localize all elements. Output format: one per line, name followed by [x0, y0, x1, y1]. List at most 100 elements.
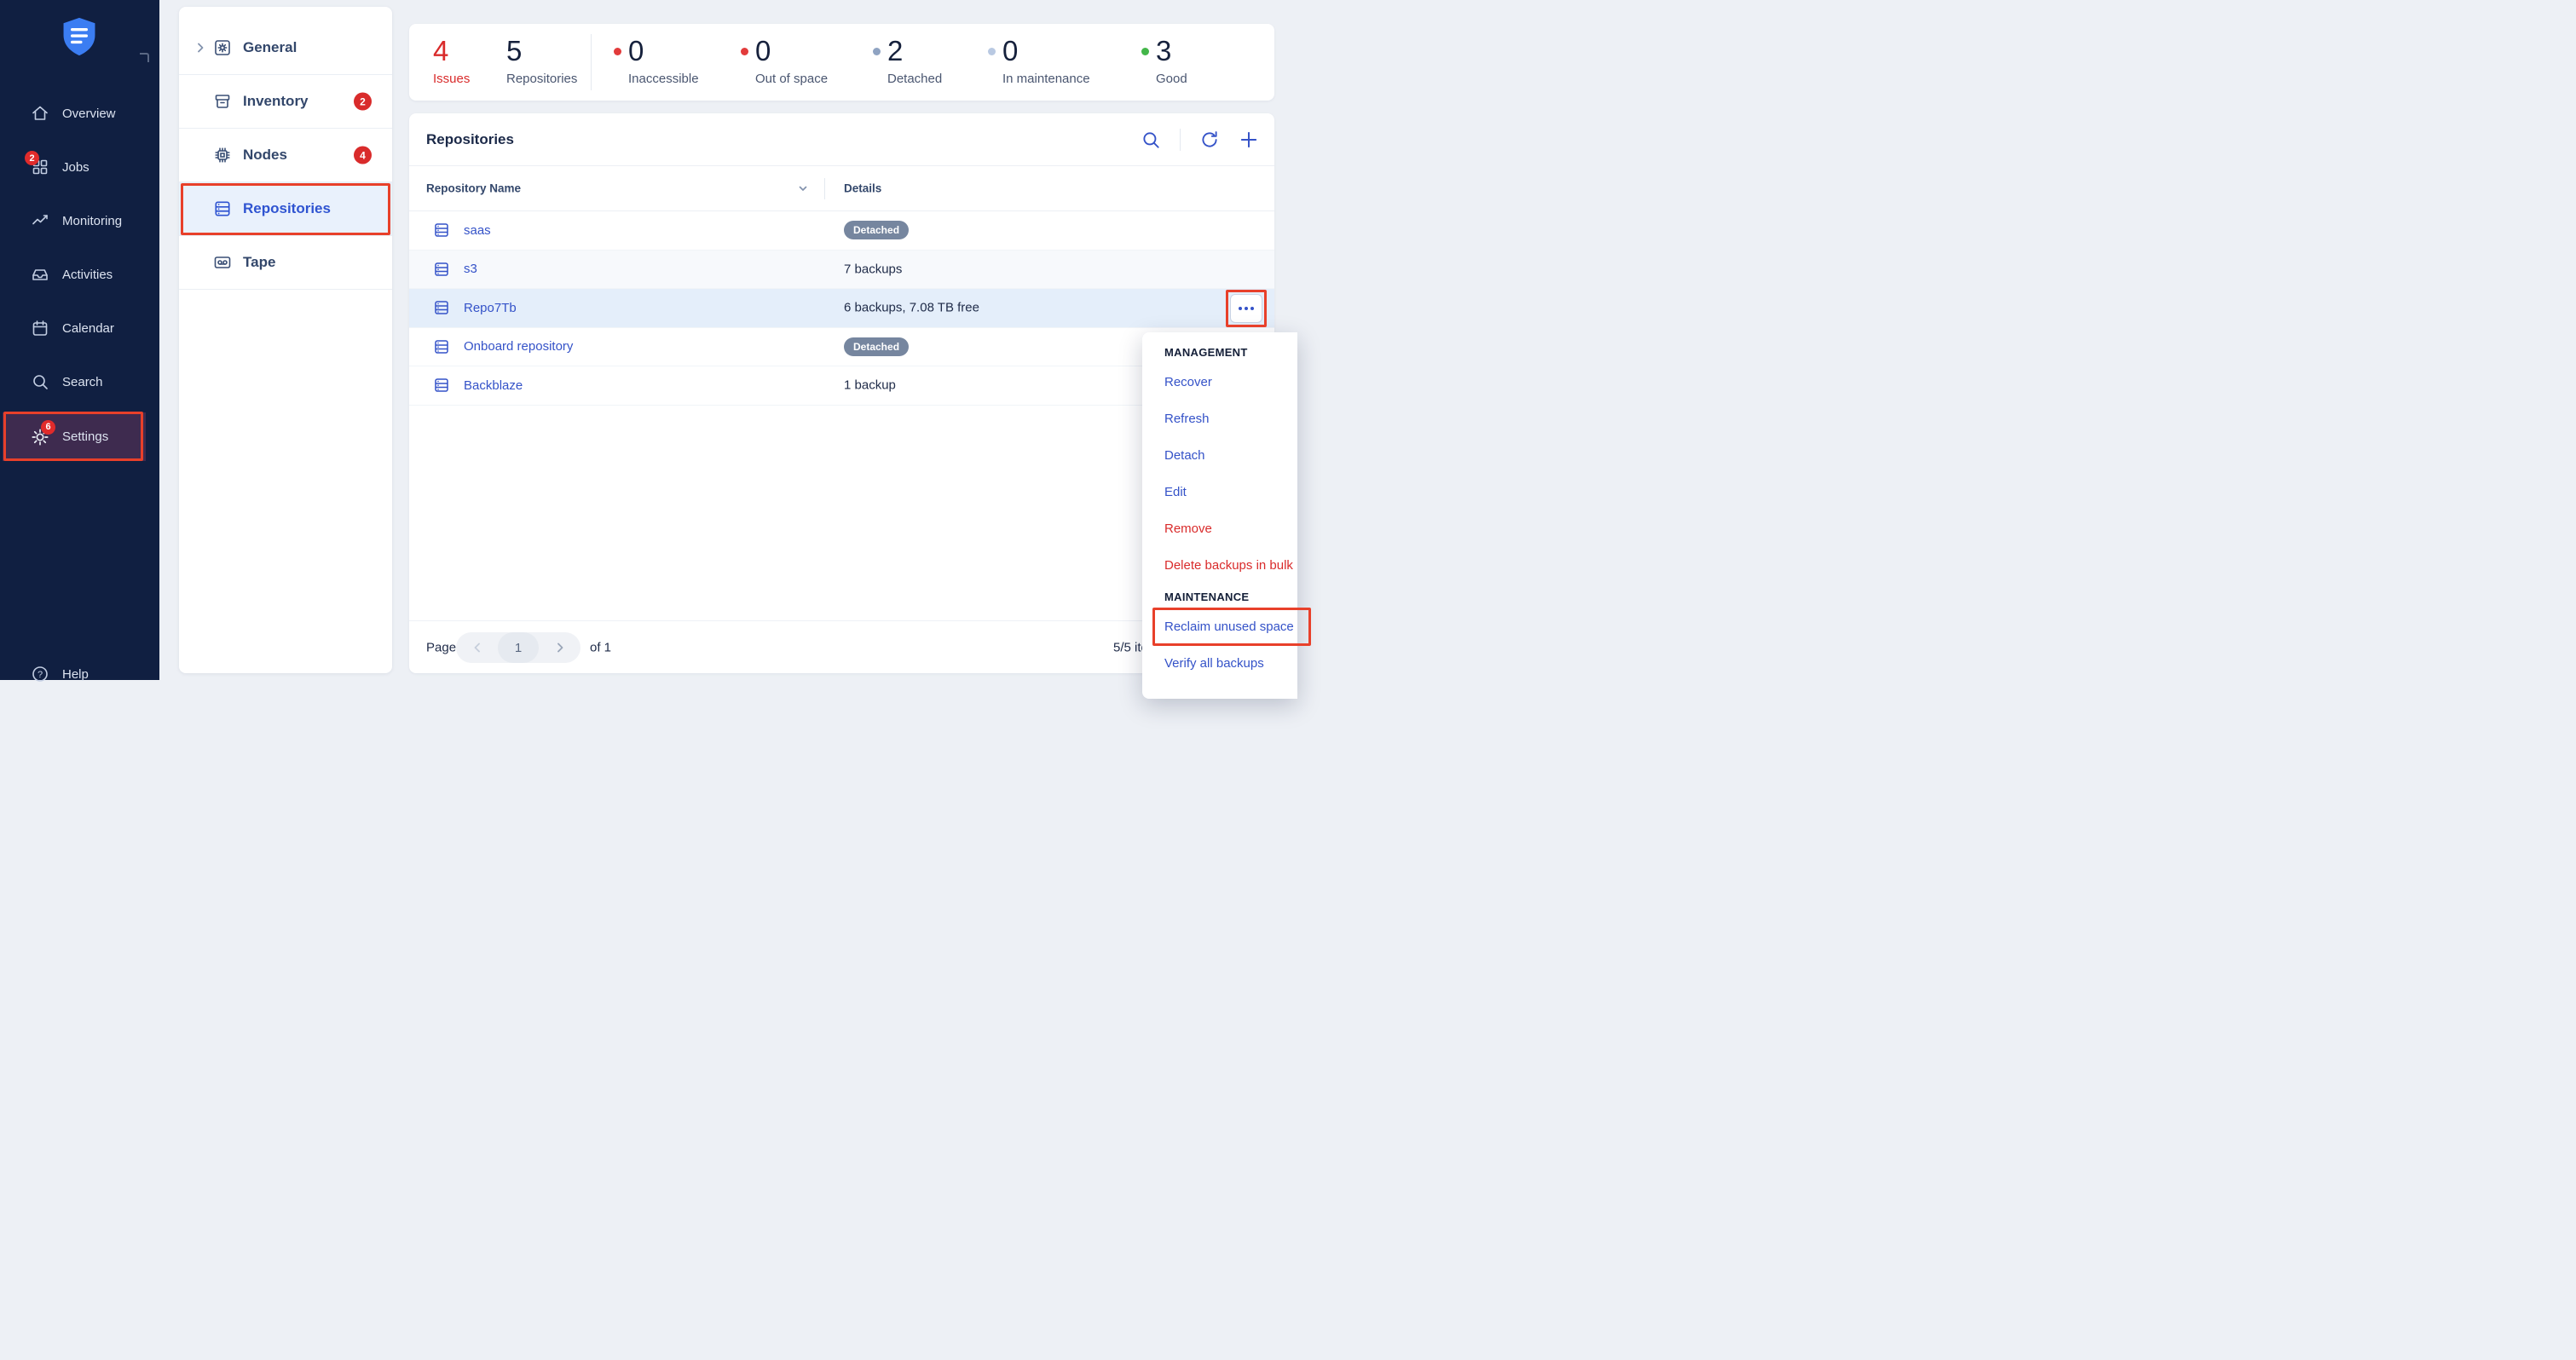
gear-icon: 6	[31, 428, 49, 447]
activities-icon	[31, 265, 49, 284]
menu-item-reclaim-unused-space[interactable]: Reclaim unused space	[1142, 608, 1297, 645]
settings-nav-nodes[interactable]: Nodes 4	[179, 129, 392, 182]
jobs-badge: 2	[25, 151, 39, 165]
stat-value: 5	[506, 35, 577, 67]
prev-page-icon[interactable]	[456, 641, 498, 654]
settings-nav-label: Inventory	[243, 93, 309, 110]
status-dot	[988, 48, 996, 55]
search-icon[interactable]	[1141, 130, 1161, 150]
stat-repositories: 5 Repositories	[506, 35, 577, 86]
page-number-input[interactable]: 1	[498, 632, 539, 663]
sidebar-item-help[interactable]: ? Help	[0, 654, 159, 694]
sidebar-item-label: Settings	[62, 429, 108, 444]
status-dot	[741, 48, 748, 55]
add-repository-icon[interactable]	[1239, 130, 1259, 150]
stat-value: 0	[628, 35, 699, 67]
stat-label: Inaccessible	[628, 72, 699, 86]
stat-inaccessible: 0 Inaccessible	[628, 35, 699, 86]
status-dot	[873, 48, 881, 55]
status-dot	[614, 48, 621, 55]
settings-nav-inventory[interactable]: Inventory 2	[179, 75, 392, 129]
refresh-icon[interactable]	[1199, 130, 1220, 150]
sidebar-item-label: Help	[62, 667, 89, 682]
jobs-icon: 2	[31, 158, 49, 176]
database-icon	[433, 299, 450, 316]
sidebar-item-overview[interactable]: Overview	[0, 89, 159, 137]
stat-label: In maintenance	[1002, 72, 1090, 86]
repository-details: 6 backups, 7.08 TB free	[844, 301, 979, 315]
stat-good: 3 Good	[1156, 35, 1187, 86]
sidebar-item-label: Overview	[62, 107, 116, 121]
calendar-icon	[31, 319, 49, 337]
repo-row-s3[interactable]: s3 7 backups	[409, 251, 1274, 290]
panel-title: Repositories	[426, 131, 514, 148]
stat-value: 3	[1156, 35, 1187, 67]
repository-name-link[interactable]: Repo7Tb	[464, 301, 517, 315]
repository-context-menu: MANAGEMENT Recover Refresh Detach Edit R…	[1142, 332, 1297, 699]
sidebar-item-calendar[interactable]: Calendar	[0, 304, 159, 352]
menu-item-detach[interactable]: Detach	[1142, 437, 1297, 474]
repository-name-link[interactable]: Onboard repository	[464, 339, 573, 354]
menu-item-delete-backups-in-bulk[interactable]: Delete backups in bulk	[1142, 547, 1297, 584]
menu-item-refresh[interactable]: Refresh	[1142, 401, 1297, 437]
stat-value: 0	[755, 35, 828, 67]
settings-nav-label: Repositories	[243, 200, 331, 217]
settings-nav-repositories[interactable]: Repositories	[179, 182, 392, 236]
monitoring-icon	[31, 211, 49, 230]
sidebar-item-jobs[interactable]: 2 Jobs	[0, 143, 159, 191]
row-actions-button[interactable]	[1230, 294, 1262, 323]
sidebar-item-activities[interactable]: Activities	[0, 251, 159, 298]
settings-nav-label: Tape	[243, 254, 275, 271]
stat-value: 4	[433, 35, 470, 67]
column-repository-name[interactable]: Repository Name	[426, 182, 521, 195]
menu-item-remove[interactable]: Remove	[1142, 510, 1297, 547]
sort-chevron-icon[interactable]	[797, 182, 809, 194]
sidebar-item-label: Calendar	[62, 321, 114, 336]
stat-value: 0	[1002, 35, 1090, 67]
detached-status-badge: Detached	[844, 337, 909, 356]
page-of-label: of 1	[590, 640, 611, 654]
database-icon	[433, 261, 450, 278]
stats-divider	[591, 34, 592, 90]
sidebar-item-label: Monitoring	[62, 214, 122, 228]
database-icon	[433, 222, 450, 239]
repository-name-link[interactable]: Backblaze	[464, 378, 523, 393]
repository-name-link[interactable]: s3	[464, 262, 477, 276]
table-column-header: Repository Name Details	[409, 166, 1274, 211]
menu-item-label: Reclaim unused space	[1164, 619, 1294, 634]
settings-nav-panel: General Inventory 2 Nodes 4 Repositories…	[179, 7, 392, 673]
repo-row-repo7tb[interactable]: Repo7Tb 6 backups, 7.08 TB free	[409, 289, 1274, 328]
help-icon: ?	[31, 665, 49, 683]
repository-name-link[interactable]: saas	[464, 223, 491, 238]
repo-row-saas[interactable]: saas Detached	[409, 211, 1274, 251]
sidebar-item-search[interactable]: Search	[0, 358, 159, 406]
inventory-icon	[213, 92, 232, 111]
page-label: Page	[426, 640, 456, 654]
ellipsis-icon	[1239, 307, 1242, 310]
stat-label: Repositories	[506, 72, 577, 86]
database-icon	[433, 377, 450, 394]
settings-nav-tape[interactable]: Tape	[179, 236, 392, 290]
detached-status-badge: Detached	[844, 221, 909, 239]
inventory-badge: 2	[354, 93, 372, 111]
sidebar-item-monitoring[interactable]: Monitoring	[0, 197, 159, 245]
repository-details: 7 backups	[844, 262, 902, 276]
stat-value: 2	[887, 35, 942, 67]
next-page-icon[interactable]	[539, 641, 580, 654]
stat-detached: 2 Detached	[887, 35, 942, 86]
menu-item-recover[interactable]: Recover	[1142, 364, 1297, 401]
settings-nav-general[interactable]: General	[179, 21, 392, 75]
header-divider	[1180, 129, 1181, 151]
stat-label: Good	[1156, 72, 1187, 86]
sidebar-collapse-handle[interactable]	[140, 53, 149, 62]
sidebar-item-settings[interactable]: 6 Settings	[3, 412, 146, 461]
stat-in-maintenance: 0 In maintenance	[1002, 35, 1090, 86]
sidebar-item-label: Jobs	[62, 160, 90, 175]
menu-item-verify-all-backups[interactable]: Verify all backups	[1142, 645, 1297, 682]
settings-nav-label: General	[243, 39, 297, 56]
repositories-panel-header: Repositories	[409, 113, 1274, 166]
repository-details: 1 backup	[844, 378, 896, 393]
stat-issues: 4 Issues	[433, 35, 470, 86]
menu-item-edit[interactable]: Edit	[1142, 474, 1297, 510]
chevron-right-icon[interactable]	[194, 42, 213, 54]
